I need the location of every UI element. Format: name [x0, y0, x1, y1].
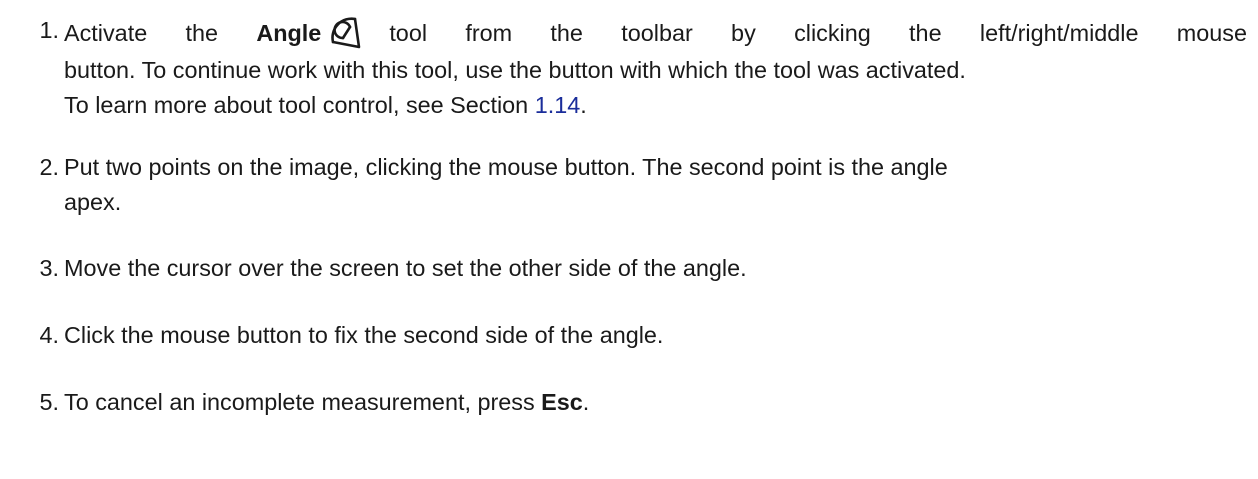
step-2: 2. Put two points on the image, clicking… — [39, 150, 1247, 220]
step-text: To cancel an incomplete measurement, pre… — [64, 389, 542, 415]
step-3-text: Move the cursor over the screen to set t… — [64, 255, 747, 281]
step-number: 5. — [39, 389, 59, 415]
step-4-text: Click the mouse button to fix the second… — [64, 322, 664, 348]
step-4: 4. Click the mouse button to fix the sec… — [39, 318, 1247, 353]
step-5-text: To cancel an incomplete measurement, pre… — [64, 385, 1247, 420]
step-text: . — [580, 92, 587, 118]
step-text: tool from the toolbar by clicking the le… — [389, 20, 1247, 46]
step-5: 5. To cancel an incomplete measurement, … — [39, 385, 1247, 420]
step-number: 1. — [39, 17, 59, 43]
step-text: Activate the — [64, 20, 257, 46]
step-3: 3. Move the cursor over the screen to se… — [39, 251, 1247, 286]
angle-tool-name: Angle — [256, 20, 322, 46]
angle-tool-icon — [325, 13, 369, 53]
step-1-line-1: Activate the Angle tool from the toolbar… — [64, 13, 1247, 53]
step-2-line-1: Put two points on the image, clicking th… — [64, 154, 948, 180]
step-number: 4. — [39, 322, 59, 348]
step-1: 1. Activate the Angle tool from the tool… — [39, 13, 1247, 123]
step-text: . — [582, 389, 590, 415]
step-text: To learn more about tool control, see Se… — [64, 92, 535, 118]
instruction-steps: 1. Activate the Angle tool from the tool… — [0, 0, 1258, 479]
step-2-line-2: apex. — [64, 189, 122, 215]
step-number: 3. — [39, 255, 59, 281]
section-link[interactable]: 1.14 — [535, 92, 581, 118]
step-1-line-3: To learn more about tool control, see Se… — [64, 88, 1247, 123]
esc-key-name: Esc — [541, 389, 583, 415]
step-number: 2. — [39, 154, 59, 180]
step-1-line-2: button. To continue work with this tool,… — [64, 57, 966, 83]
